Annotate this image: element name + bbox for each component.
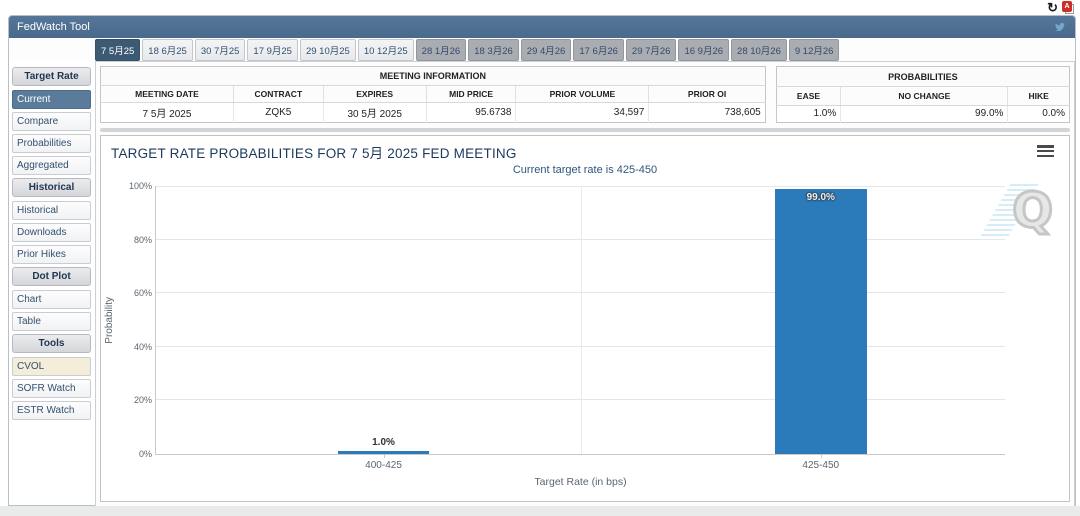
xtickmark-425-450 bbox=[820, 454, 822, 458]
cell-expires: 30 5月 2025 bbox=[323, 102, 427, 123]
cell-prior-volume: 34,597 bbox=[515, 102, 650, 123]
cell-hike: 0.0% bbox=[1042, 108, 1065, 120]
sidebar-item-aggregated[interactable]: Aggregated bbox=[12, 156, 91, 175]
y-axis-label: Probability bbox=[104, 296, 115, 344]
x-axis-label: Target Rate (in bps) bbox=[534, 476, 627, 488]
col-hike: HIKE bbox=[1007, 86, 1070, 106]
cell-meeting-date: 7 5月 2025 bbox=[100, 102, 234, 123]
col-prior-volume: PRIOR VOLUME bbox=[515, 85, 650, 103]
sidebar-item-estr-watch[interactable]: ESTR Watch bbox=[12, 401, 91, 420]
col-expires: EXPIRES bbox=[323, 85, 427, 103]
col-mid-price: MID PRICE bbox=[426, 85, 517, 103]
col-meeting-date: MEETING DATE bbox=[100, 85, 234, 103]
sidebar-item-chart[interactable]: Chart bbox=[12, 290, 91, 309]
sidebar-item-downloads[interactable]: Downloads bbox=[12, 223, 91, 242]
chart-title: TARGET RATE PROBABILITIES FOR 7 5月 2025 … bbox=[111, 146, 517, 161]
meeting-table-row: 7 5月 2025 ZQK5 30 5月 2025 95.6738 34,597… bbox=[100, 102, 766, 123]
col-no-change: NO CHANGE bbox=[840, 86, 1009, 106]
sidebar-header-dot-plot: Dot Plot bbox=[12, 267, 91, 286]
bar-400-425-value: 1.0% bbox=[372, 437, 395, 449]
pdf-export-icon[interactable]: A bbox=[1062, 1, 1074, 14]
sidebar-header-historical: Historical bbox=[12, 178, 91, 197]
tab-meeting-11[interactable]: 16 9月26 bbox=[678, 38, 730, 61]
main-panel: MEETING INFORMATION MEETING DATE CONTRAC… bbox=[95, 61, 1075, 507]
probabilities-table: PROBABILITIES EASE NO CHANGE HIKE 1.0% 9… bbox=[775, 66, 1070, 123]
sidebar-item-prior-hikes[interactable]: Prior Hikes bbox=[12, 245, 91, 264]
tab-meeting-7[interactable]: 18 3月26 bbox=[468, 38, 519, 61]
col-prior-oi: PRIOR OI bbox=[648, 85, 766, 103]
sidebar-header-target-rate: Target Rate bbox=[12, 67, 91, 86]
col-ease: EASE bbox=[776, 86, 842, 106]
xtickmark-400-425 bbox=[383, 454, 385, 458]
pdf-glyph: A bbox=[1062, 1, 1072, 12]
section-divider bbox=[100, 128, 1070, 132]
watermark-q-logo: Q bbox=[1011, 182, 1055, 241]
sidebar-item-table[interactable]: Table bbox=[12, 312, 91, 331]
chart-context-menu-icon[interactable] bbox=[1037, 145, 1054, 157]
quikstrike-watermark: Q bbox=[979, 182, 1055, 242]
cell-mid-price: 95.6738 bbox=[426, 102, 517, 123]
bar-425-450-value: 99.0% bbox=[806, 191, 835, 203]
tab-meeting-2[interactable]: 30 7月25 bbox=[194, 38, 246, 61]
probabilities-table-row: 1.0% 99.0% 0.0% bbox=[776, 105, 1069, 123]
tab-meeting-1[interactable]: 18 6月25 bbox=[142, 38, 193, 61]
tab-meeting-10[interactable]: 29 7月26 bbox=[625, 38, 677, 61]
probabilities-table-title: PROBABILITIES bbox=[776, 66, 1070, 88]
sidebar-item-current[interactable]: Current bbox=[12, 90, 91, 109]
tab-meeting-3[interactable]: 17 9月25 bbox=[247, 38, 298, 61]
browser-mini-toolbar: ↻ A bbox=[1047, 1, 1074, 14]
sidebar-item-cvol[interactable]: CVOL bbox=[12, 357, 91, 376]
page-bottom-strip bbox=[0, 506, 1080, 516]
info-tables-row: MEETING INFORMATION MEETING DATE CONTRAC… bbox=[96, 62, 1074, 125]
gridline-category-split bbox=[580, 186, 582, 454]
cell-no-change: 99.0% bbox=[840, 105, 1009, 123]
fedwatch-app-card: FedWatch Tool 7 5月25 18 6月25 30 7月25 17 … bbox=[8, 15, 1076, 507]
sidebar: Target Rate Current Compare Probabilitie… bbox=[9, 61, 95, 507]
bar-425-450: 99.0% bbox=[774, 188, 867, 454]
app-titlebar: FedWatch Tool bbox=[9, 16, 1075, 38]
tab-meeting-4[interactable]: 29 10月25 bbox=[299, 38, 356, 61]
refresh-icon[interactable]: ↻ bbox=[1047, 1, 1058, 14]
sidebar-item-historical[interactable]: Historical bbox=[12, 201, 91, 220]
chart-subtitle: Current target rate is 425-450 bbox=[512, 164, 658, 176]
sidebar-item-compare[interactable]: Compare bbox=[12, 112, 91, 131]
col-contract: CONTRACT bbox=[233, 85, 324, 103]
sidebar-item-probabilities[interactable]: Probabilities bbox=[12, 134, 91, 153]
tab-meeting-6[interactable]: 28 1月26 bbox=[415, 38, 467, 61]
xtick-400-425: 400-425 bbox=[365, 460, 402, 471]
plot-area: 0% 20% 40% 60% 80% 100% Probability 1.0%… bbox=[104, 181, 1005, 488]
tab-meeting-0[interactable]: 7 5月25 bbox=[95, 38, 141, 61]
cell-contract: ZQK5 bbox=[233, 102, 324, 123]
sidebar-item-sofr-watch[interactable]: SOFR Watch bbox=[12, 379, 91, 398]
tab-meeting-5[interactable]: 10 12月25 bbox=[357, 38, 414, 61]
tab-meeting-9[interactable]: 17 6月26 bbox=[573, 38, 624, 61]
cell-prior-oi: 738,605 bbox=[724, 107, 761, 118]
xtick-425-450: 425-450 bbox=[802, 460, 840, 471]
tab-meeting-8[interactable]: 29 4月26 bbox=[520, 38, 572, 61]
app-title: FedWatch Tool bbox=[17, 21, 90, 33]
tab-meeting-12[interactable]: 28 10月26 bbox=[731, 38, 787, 61]
cell-ease: 1.0% bbox=[776, 105, 842, 123]
probability-chart: TARGET RATE PROBABILITIES FOR 7 5月 2025 … bbox=[100, 135, 1070, 502]
meeting-information-table: MEETING INFORMATION MEETING DATE CONTRAC… bbox=[100, 66, 766, 123]
tab-meeting-13[interactable]: 9 12月26 bbox=[788, 38, 840, 61]
meeting-table-title: MEETING INFORMATION bbox=[100, 66, 766, 86]
meeting-date-tabstrip: 7 5月25 18 6月25 30 7月25 17 9月25 29 10月25 … bbox=[9, 38, 1075, 61]
twitter-icon[interactable] bbox=[1053, 21, 1067, 33]
sidebar-header-tools: Tools bbox=[12, 334, 91, 353]
